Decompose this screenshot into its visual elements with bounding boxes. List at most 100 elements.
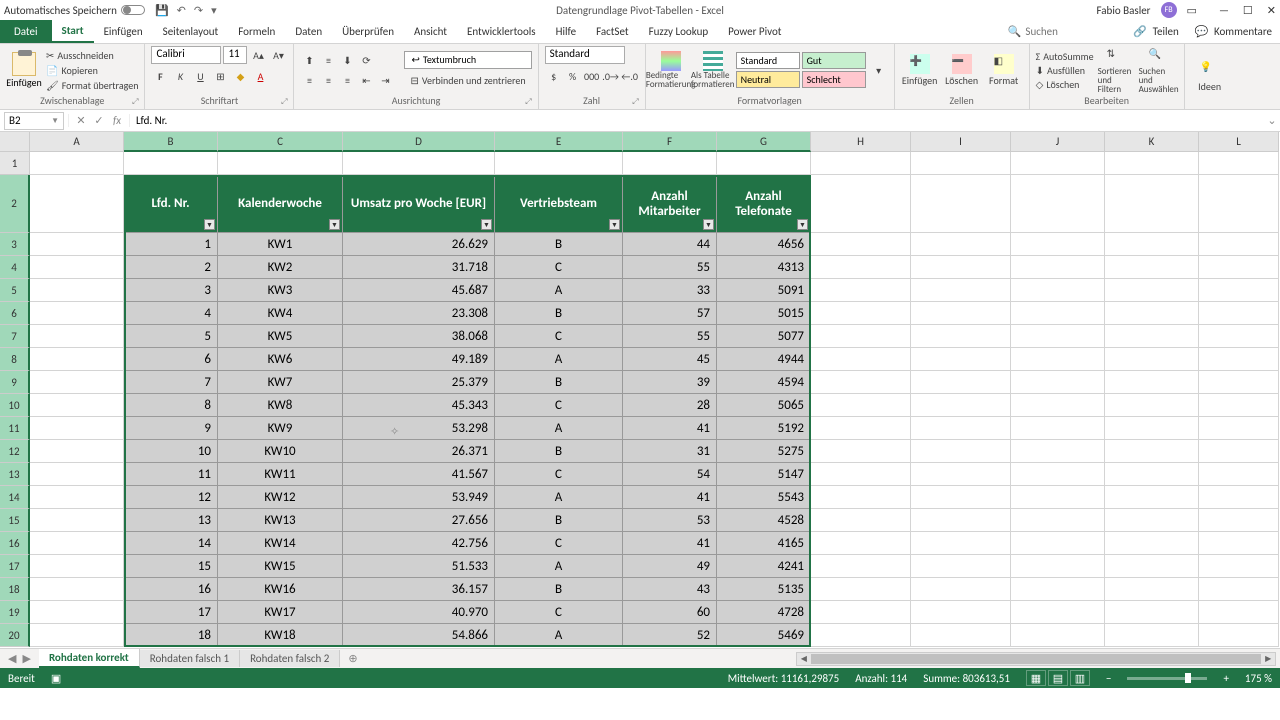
launcher-icon[interactable]: ⤢ — [632, 97, 638, 107]
tab-start[interactable]: Start — [52, 20, 94, 43]
cell-L12[interactable] — [1199, 440, 1279, 463]
cell-E18[interactable]: B — [495, 578, 623, 601]
merge-center-button[interactable]: ⊟ Verbinden und zentrieren — [404, 72, 531, 90]
cell-E16[interactable]: C — [495, 532, 623, 555]
cell-B11[interactable]: 9 — [124, 417, 218, 440]
ribbon-display-icon[interactable]: ▭ — [1187, 4, 1197, 17]
cell-F14[interactable]: 41 — [623, 486, 717, 509]
cell-D10[interactable]: 45.343 — [343, 394, 495, 417]
select-all-button[interactable] — [0, 132, 30, 152]
cell-B8[interactable]: 6 — [124, 348, 218, 371]
cell-I11[interactable] — [911, 417, 1011, 440]
cell-A13[interactable] — [30, 463, 124, 486]
delete-cells-button[interactable]: ➖Löschen — [943, 54, 981, 87]
cell-A17[interactable] — [30, 555, 124, 578]
fx-icon[interactable]: fx — [109, 114, 125, 127]
cell-I13[interactable] — [911, 463, 1011, 486]
cell-B1[interactable] — [124, 152, 218, 175]
cell-I19[interactable] — [911, 601, 1011, 624]
sheet-tab-rohdaten-falsch-2[interactable]: Rohdaten falsch 2 — [240, 650, 340, 667]
cell-A20[interactable] — [30, 624, 124, 647]
cell-G5[interactable]: 5091 — [717, 279, 811, 302]
cell-A5[interactable] — [30, 279, 124, 302]
cell-G11[interactable]: 5192 — [717, 417, 811, 440]
autosave-toggle[interactable]: Automatisches Speichern — [4, 4, 145, 17]
align-left-icon[interactable]: ≡ — [300, 71, 318, 89]
cell-K17[interactable] — [1105, 555, 1199, 578]
cell-I17[interactable] — [911, 555, 1011, 578]
cell-G7[interactable]: 5077 — [717, 325, 811, 348]
cell-L7[interactable] — [1199, 325, 1279, 348]
cell-A3[interactable] — [30, 233, 124, 256]
cell-G2[interactable]: Anzahl Telefonate▼ — [717, 175, 811, 233]
cell-C20[interactable]: KW18 — [218, 624, 343, 647]
cell-B3[interactable]: 1 — [124, 233, 218, 256]
col-header-C[interactable]: C — [218, 132, 343, 152]
italic-button[interactable]: K — [171, 67, 189, 85]
cell-H2[interactable] — [811, 175, 911, 233]
cell-F4[interactable]: 55 — [623, 256, 717, 279]
cell-F20[interactable]: 52 — [623, 624, 717, 647]
row-header-13[interactable]: 13 — [0, 463, 30, 486]
cell-F18[interactable]: 43 — [623, 578, 717, 601]
cell-I8[interactable] — [911, 348, 1011, 371]
search-input[interactable] — [1025, 25, 1105, 38]
row-header-19[interactable]: 19 — [0, 601, 30, 624]
cell-K8[interactable] — [1105, 348, 1199, 371]
cell-E15[interactable]: B — [495, 509, 623, 532]
cell-G3[interactable]: 4656 — [717, 233, 811, 256]
undo-icon[interactable]: ↶ — [177, 4, 186, 17]
horizontal-scrollbar[interactable]: ◀▶ — [366, 652, 1280, 666]
cell-E11[interactable]: A — [495, 417, 623, 440]
font-name-select[interactable]: Calibri — [151, 46, 221, 64]
align-right-icon[interactable]: ≡ — [338, 71, 356, 89]
cell-H3[interactable] — [811, 233, 911, 256]
cell-J3[interactable] — [1011, 233, 1105, 256]
wrap-text-button[interactable]: ↩ Textumbruch — [404, 51, 531, 69]
cell-J12[interactable] — [1011, 440, 1105, 463]
tab-fuzzy-lookup[interactable]: Fuzzy Lookup — [639, 20, 719, 43]
cell-K5[interactable] — [1105, 279, 1199, 302]
copy-button[interactable]: 📄 Kopieren — [46, 64, 138, 77]
col-header-E[interactable]: E — [495, 132, 623, 152]
cell-J2[interactable] — [1011, 175, 1105, 233]
cut-button[interactable]: ✂ Ausschneiden — [46, 49, 138, 62]
cancel-formula-icon[interactable]: ✕ — [73, 114, 89, 127]
col-header-D[interactable]: D — [343, 132, 495, 152]
cell-E1[interactable] — [495, 152, 623, 175]
filter-icon[interactable]: ▼ — [481, 219, 492, 230]
cell-L9[interactable] — [1199, 371, 1279, 394]
cell-C18[interactable]: KW16 — [218, 578, 343, 601]
chevron-down-icon[interactable]: ▼ — [51, 116, 59, 126]
cell-I3[interactable] — [911, 233, 1011, 256]
cell-E20[interactable]: A — [495, 624, 623, 647]
cell-B5[interactable]: 3 — [124, 279, 218, 302]
cell-H15[interactable] — [811, 509, 911, 532]
cell-D18[interactable]: 36.157 — [343, 578, 495, 601]
user-avatar[interactable]: FB — [1161, 2, 1177, 18]
cell-D15[interactable]: 27.656 — [343, 509, 495, 532]
cell-B16[interactable]: 14 — [124, 532, 218, 555]
cell-G14[interactable]: 5543 — [717, 486, 811, 509]
cell-H9[interactable] — [811, 371, 911, 394]
cell-G6[interactable]: 5015 — [717, 302, 811, 325]
cell-C2[interactable]: Kalenderwoche▼ — [218, 175, 343, 233]
redo-icon[interactable]: ↷ — [194, 4, 203, 17]
cell-H8[interactable] — [811, 348, 911, 371]
cell-H20[interactable] — [811, 624, 911, 647]
cell-H17[interactable] — [811, 555, 911, 578]
cell-D6[interactable]: 23.308 — [343, 302, 495, 325]
autosum-button[interactable]: Σ AutoSumme — [1036, 50, 1094, 63]
cell-B4[interactable]: 2 — [124, 256, 218, 279]
col-header-L[interactable]: L — [1199, 132, 1279, 152]
cell-B14[interactable]: 12 — [124, 486, 218, 509]
qat-customize-icon[interactable]: ▾ — [211, 4, 217, 17]
cell-A15[interactable] — [30, 509, 124, 532]
cell-K13[interactable] — [1105, 463, 1199, 486]
cell-C9[interactable]: KW7 — [218, 371, 343, 394]
style-schlecht[interactable]: Schlecht — [802, 71, 866, 88]
normal-view-icon[interactable]: ▦ — [1026, 670, 1046, 686]
cell-B2[interactable]: Lfd. Nr.▼ — [124, 175, 218, 233]
expand-formula-icon[interactable]: ⌄ — [1264, 114, 1280, 127]
row-header-7[interactable]: 7 — [0, 325, 30, 348]
